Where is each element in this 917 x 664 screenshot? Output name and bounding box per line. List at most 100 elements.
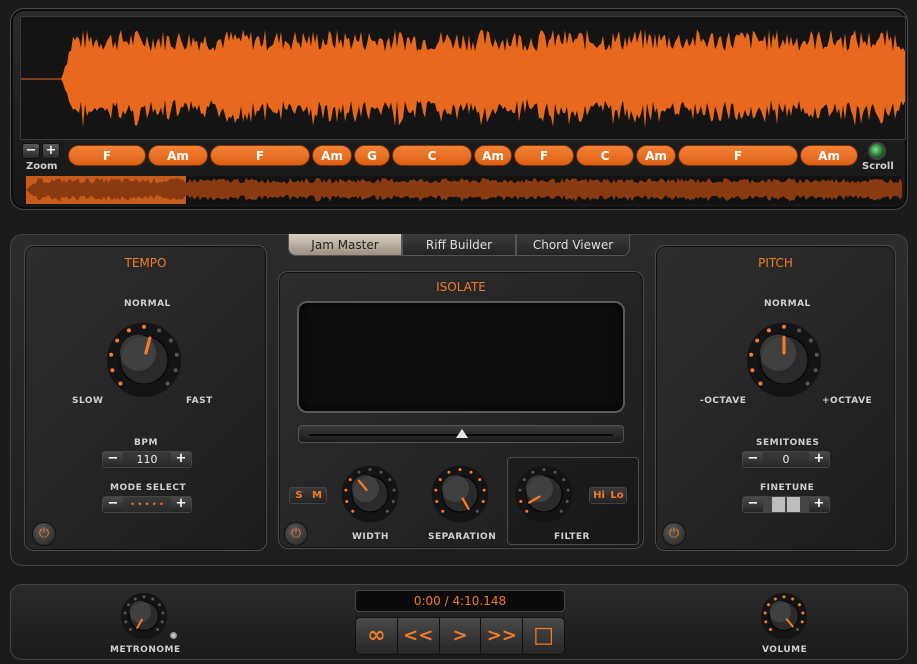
chord-block[interactable]: Am [474, 145, 512, 166]
knob-tick [749, 352, 754, 357]
knob-tick [434, 488, 438, 492]
chord-block[interactable]: G [354, 145, 390, 166]
loop-button[interactable]: ∞ [356, 618, 398, 654]
mode-value[interactable]: • • • • • [123, 497, 171, 512]
knob-tick [562, 478, 566, 482]
metronome-knob[interactable] [120, 592, 168, 644]
hi-button[interactable]: Hi [590, 488, 608, 503]
knob-tick [813, 368, 818, 373]
tab-jam-master[interactable]: Jam Master [288, 234, 402, 256]
zoom-out-button[interactable]: − [22, 143, 40, 159]
chord-block[interactable]: C [392, 145, 472, 166]
volume-knob[interactable] [760, 592, 808, 644]
tempo-knob[interactable] [104, 320, 184, 404]
bpm-value[interactable]: 110 [123, 452, 171, 467]
mode-select-stepper[interactable]: − • • • • • + [102, 496, 192, 513]
finetune-decrease-button[interactable]: − [743, 497, 763, 512]
bpm-decrease-button[interactable]: − [103, 452, 123, 467]
waveform-display[interactable] [20, 16, 906, 140]
play-button[interactable]: > [439, 618, 482, 654]
knob-tick [531, 470, 535, 474]
m-button[interactable]: M [308, 488, 326, 503]
knob-tick [518, 488, 522, 492]
filter-knob[interactable] [514, 464, 574, 528]
chord-block[interactable]: Am [312, 145, 352, 166]
knob-tick [379, 470, 383, 474]
chord-block[interactable]: F [678, 145, 798, 166]
tab-chord-viewer[interactable]: Chord Viewer [516, 234, 630, 256]
volume-label: VOLUME [762, 645, 808, 655]
bpm-increase-button[interactable]: + [171, 452, 191, 467]
chord-block[interactable]: C [576, 145, 634, 166]
chord-block[interactable]: F [514, 145, 574, 166]
knob-highlight [526, 475, 553, 503]
semitones-decrease-button[interactable]: − [743, 452, 763, 467]
knob-tick [763, 611, 767, 615]
mode-increase-button[interactable]: + [171, 497, 191, 512]
knob-tick [168, 338, 173, 343]
power-icon: ⏻ [668, 526, 680, 541]
knob-tick [482, 488, 486, 492]
knob-tick [773, 597, 777, 601]
isolate-power-button[interactable]: ⏻ [284, 522, 308, 546]
waveform-overview[interactable] [26, 176, 902, 204]
knob-tick [368, 468, 372, 472]
bpm-stepper[interactable]: − 110 + [102, 451, 192, 468]
isolate-display[interactable] [297, 301, 625, 413]
chord-block[interactable]: Am [148, 145, 208, 166]
slider-thumb[interactable] [456, 429, 468, 438]
knob-icon [341, 465, 399, 523]
pitch-knob[interactable] [744, 320, 824, 404]
knob-tick [566, 488, 570, 492]
knob-tick [388, 478, 392, 482]
knob-tick [351, 509, 355, 513]
semitones-value[interactable]: 0 [763, 452, 809, 467]
chord-block[interactable]: Am [800, 145, 858, 166]
knob-tick [357, 470, 361, 474]
lo-button[interactable]: Lo [608, 488, 626, 503]
finetune-stepper[interactable]: − + [742, 496, 830, 513]
knob-tick [782, 324, 786, 329]
knob-tick [133, 597, 137, 601]
waveform-shape [21, 29, 905, 129]
chord-block[interactable]: F [210, 145, 310, 166]
semitones-stepper[interactable]: − 0 + [742, 451, 830, 468]
separation-knob[interactable] [430, 464, 490, 528]
knob-tick [805, 381, 810, 386]
stop-button[interactable]: □ [523, 618, 564, 654]
tab-riff-builder[interactable]: Riff Builder [402, 234, 516, 256]
power-icon: ⏻ [290, 526, 302, 541]
pitch-power-button[interactable]: ⏻ [662, 522, 686, 546]
chord-block[interactable]: F [68, 145, 146, 166]
knob-highlight [760, 334, 796, 371]
semitones-increase-button[interactable]: + [809, 452, 829, 467]
tempo-normal-label: NORMAL [124, 299, 171, 309]
knob-tick [142, 595, 146, 599]
transport-controls: ∞ << > >> □ [355, 617, 565, 655]
isolate-title: ISOLATE [436, 280, 486, 294]
finetune-label: FINETUNE [760, 483, 815, 493]
knob-tick [475, 509, 479, 513]
fast-forward-button[interactable]: >> [481, 618, 524, 654]
knob-tick [392, 488, 396, 492]
time-display: 0:00 / 4:10.148 [355, 590, 565, 612]
width-knob[interactable] [340, 464, 400, 528]
knob-tick [559, 509, 563, 513]
chord-block[interactable]: Am [636, 145, 676, 166]
tempo-power-button[interactable]: ⏻ [32, 522, 56, 546]
knob-tick [800, 620, 804, 624]
knob-tick [755, 338, 760, 343]
knob-tick [782, 595, 786, 599]
scroll-toggle[interactable] [868, 142, 886, 160]
knob-tick [553, 470, 557, 474]
knob-tick [118, 381, 123, 386]
zoom-in-button[interactable]: + [42, 143, 60, 159]
finetune-slider[interactable] [763, 497, 809, 512]
knob-icon [120, 592, 168, 640]
rewind-button[interactable]: << [397, 618, 440, 654]
overview-graphic [26, 176, 902, 204]
s-button[interactable]: S [290, 488, 308, 503]
mode-decrease-button[interactable]: − [103, 497, 123, 512]
finetune-increase-button[interactable]: + [809, 497, 829, 512]
isolate-pan-slider[interactable] [298, 425, 624, 443]
